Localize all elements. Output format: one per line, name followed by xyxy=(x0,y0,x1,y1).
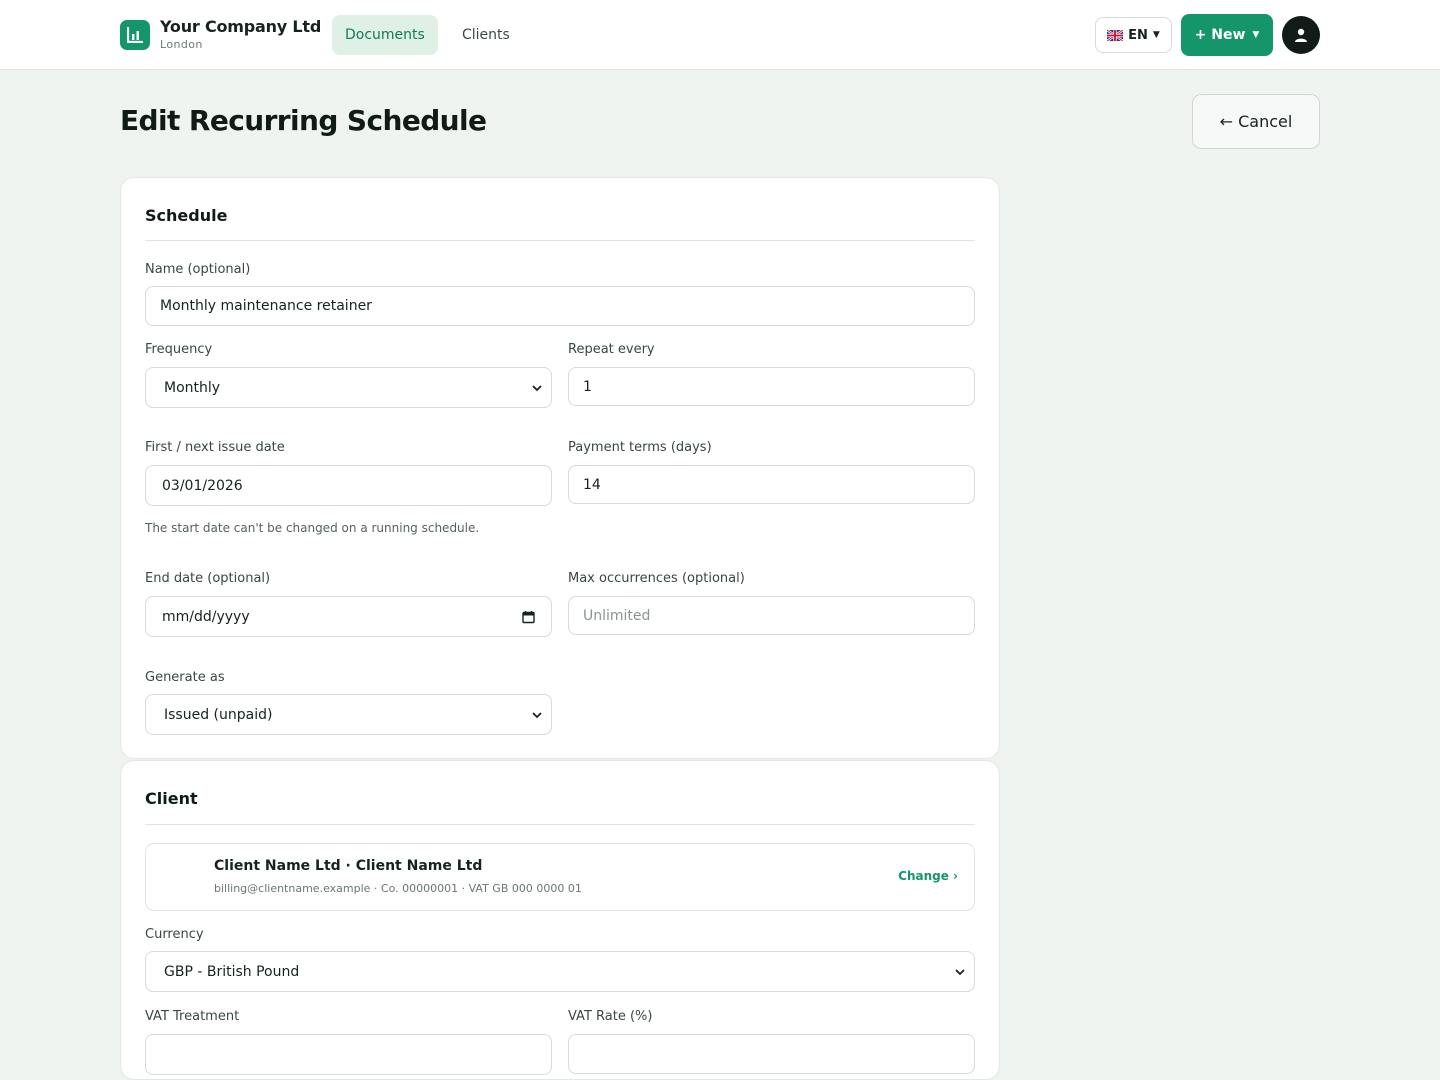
client-heading: Client xyxy=(145,789,198,808)
vat-treatment-label: VAT Treatment xyxy=(145,1009,240,1024)
max-occurrences-label: Max occurrences (optional) xyxy=(568,571,745,586)
divider xyxy=(145,240,975,241)
nav-tab-clients[interactable]: Clients xyxy=(449,15,523,55)
end-date-label: End date (optional) xyxy=(145,571,271,586)
name-label: Name (optional) xyxy=(145,262,251,277)
change-client-link[interactable]: Change › xyxy=(898,869,958,883)
client-card: Client Client Name Ltd · Client Name Ltd… xyxy=(120,760,1000,1080)
generate-as-label: Generate as xyxy=(145,670,225,685)
company-city: London xyxy=(160,38,203,51)
company-brand[interactable]: Your Company Ltd London xyxy=(120,18,321,51)
payment-terms-input[interactable]: 14 xyxy=(568,465,975,504)
end-date-input[interactable]: mm/dd/yyyy xyxy=(145,596,552,637)
chart-logo-icon xyxy=(120,20,150,50)
repeat-label: Repeat every xyxy=(568,342,655,357)
nav-tab-documents[interactable]: Documents xyxy=(332,15,438,55)
generate-as-value: Issued (unpaid) xyxy=(164,706,273,723)
first-date-hint: The start date can't be changed on a run… xyxy=(145,521,480,535)
language-code: EN xyxy=(1128,27,1148,43)
max-occurrences-input[interactable]: Unlimited xyxy=(568,596,975,635)
language-selector[interactable]: EN ▼ xyxy=(1095,17,1172,53)
generate-as-select[interactable]: Issued (unpaid) xyxy=(145,694,552,735)
user-avatar[interactable] xyxy=(1282,16,1320,54)
currency-value: GBP - British Pound xyxy=(164,963,300,980)
first-date-label: First / next issue date xyxy=(145,440,285,455)
vat-rate-label: VAT Rate (%) xyxy=(568,1009,653,1024)
schedule-name-input[interactable]: Monthly maintenance retainer xyxy=(145,286,975,326)
uk-flag-icon xyxy=(1106,28,1124,42)
user-icon xyxy=(1295,28,1307,42)
company-name: Your Company Ltd xyxy=(160,17,322,36)
currency-select[interactable]: GBP - British Pound xyxy=(145,951,975,992)
chevron-down-icon xyxy=(955,968,965,975)
top-navigation-bar: Your Company Ltd London Documents Client… xyxy=(0,0,1440,70)
new-button-label: + New xyxy=(1194,27,1246,43)
frequency-label: Frequency xyxy=(145,342,213,357)
end-date-placeholder: mm/dd/yyyy xyxy=(162,608,250,625)
chevron-down-icon xyxy=(532,384,542,391)
schedule-heading: Schedule xyxy=(145,206,228,225)
caret-down-icon: ▼ xyxy=(1152,30,1160,40)
new-document-button[interactable]: + New ▼ xyxy=(1181,14,1273,56)
page-title: Edit Recurring Schedule xyxy=(120,104,487,137)
repeat-every-input[interactable]: 1 xyxy=(568,367,975,406)
payment-terms-label: Payment terms (days) xyxy=(568,440,712,455)
selected-client-box: Client Name Ltd · Client Name Ltd billin… xyxy=(145,843,975,911)
caret-down-icon: ▼ xyxy=(1252,30,1260,40)
chevron-down-icon xyxy=(532,711,542,718)
schedule-card: Schedule Name (optional) Monthly mainten… xyxy=(120,177,1000,759)
client-name: Client Name Ltd · Client Name Ltd xyxy=(214,858,483,874)
calendar-icon[interactable] xyxy=(522,610,535,623)
currency-label: Currency xyxy=(145,927,204,942)
frequency-value: Monthly xyxy=(164,379,221,396)
first-issue-date-input[interactable]: 03/01/2026 xyxy=(145,465,552,506)
client-details: billing@clientname.example · Co. 0000000… xyxy=(214,882,582,895)
frequency-select[interactable]: Monthly xyxy=(145,367,552,408)
vat-rate-input[interactable] xyxy=(568,1034,975,1074)
cancel-button[interactable]: ← Cancel xyxy=(1192,94,1320,149)
vat-treatment-select[interactable] xyxy=(145,1034,552,1075)
divider xyxy=(145,824,975,825)
